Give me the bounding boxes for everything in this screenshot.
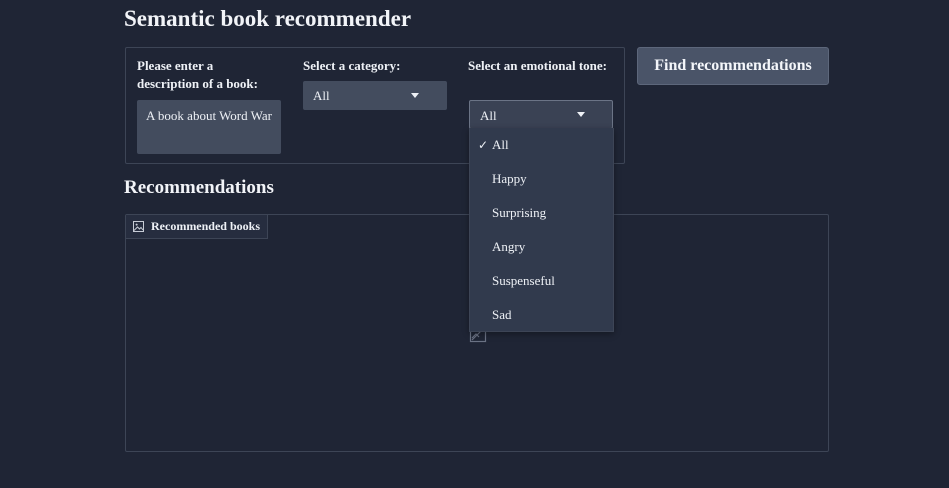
recommendations-heading: Recommendations	[124, 177, 274, 198]
category-selected-value: All	[313, 88, 330, 103]
tone-option-surprising[interactable]: Surprising	[470, 196, 613, 230]
description-input[interactable]: A book about Word War	[137, 100, 281, 154]
tone-option-sad[interactable]: Sad	[470, 298, 613, 332]
gallery-label: Recommended books	[126, 215, 269, 239]
chevron-down-icon	[577, 112, 585, 117]
tone-option-all[interactable]: ✓ All	[470, 128, 613, 162]
tone-selected-value: All	[480, 108, 497, 123]
checkmark-icon: ✓	[478, 138, 489, 152]
tone-option-label: Angry	[492, 239, 526, 254]
find-recommendations-button[interactable]: Find recommendations	[637, 47, 829, 85]
tone-option-angry[interactable]: Angry	[470, 230, 613, 264]
page-title: Semantic book recommender	[124, 6, 412, 31]
gallery-label-text: Recommended books	[151, 219, 261, 233]
tone-option-label: Happy	[492, 171, 527, 186]
tone-option-happy[interactable]: Happy	[470, 162, 613, 196]
tone-dropdown-menu: ✓ All Happy Surprising Angry Suspenseful…	[469, 128, 614, 332]
tone-option-label: Sad	[492, 307, 512, 322]
tone-option-label: All	[492, 137, 509, 152]
tone-dropdown[interactable]: All	[469, 100, 613, 129]
image-icon	[132, 220, 145, 233]
tone-option-label: Suspenseful	[492, 273, 555, 288]
category-label: Select a category:	[303, 58, 401, 73]
chevron-down-icon	[411, 93, 419, 98]
tone-label: Select an emotional tone:	[468, 58, 608, 73]
tone-option-suspenseful[interactable]: Suspenseful	[470, 264, 613, 298]
description-label: Please enter a description of a book:	[137, 58, 258, 91]
category-dropdown[interactable]: All	[303, 81, 447, 110]
tone-option-label: Surprising	[492, 205, 547, 220]
